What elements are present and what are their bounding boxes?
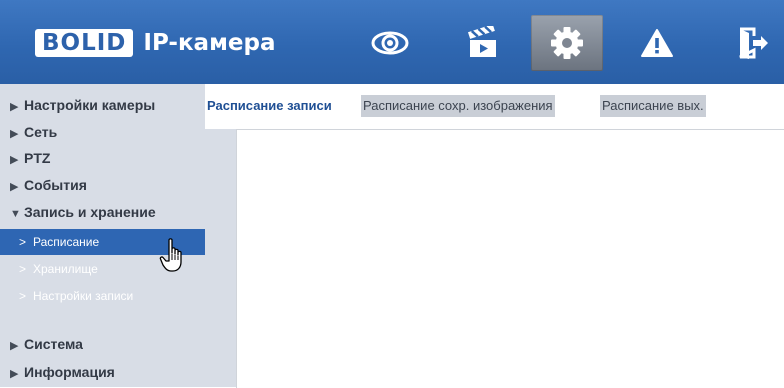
- nav-settings-button[interactable]: [531, 15, 603, 71]
- tab-output-schedule[interactable]: Расписание вых.: [600, 95, 706, 117]
- top-header: BOLID IP-камера: [0, 0, 784, 84]
- expand-arrow-icon: ▶: [10, 128, 19, 140]
- sidebar-subitem-label: Настройки записи: [33, 289, 134, 303]
- tab-snapshot-schedule[interactable]: Расписание сохр. изображения: [361, 95, 555, 117]
- sidebar-item-record-storage[interactable]: ▼ Запись и хранение: [10, 201, 156, 223]
- sidebar-item-ptz[interactable]: ▶ PTZ: [10, 147, 50, 169]
- nav-playback-button[interactable]: [447, 15, 519, 71]
- sidebar-item-label: Информация: [24, 364, 115, 380]
- chevron-right-icon: >: [19, 235, 27, 249]
- expand-arrow-icon: ▶: [10, 368, 19, 380]
- brand-logo: BOLID: [35, 29, 134, 57]
- expand-arrow-icon: ▶: [10, 340, 19, 352]
- sidebar-item-camera-settings[interactable]: ▶ Настройки камеры: [10, 94, 155, 116]
- product-title: IP-камера: [143, 30, 276, 56]
- nav-logout-button[interactable]: [717, 15, 784, 71]
- sidebar-item-network[interactable]: ▶ Сеть: [10, 121, 57, 143]
- sidebar-item-system[interactable]: ▶ Система: [10, 333, 83, 355]
- gear-icon: [551, 27, 583, 59]
- expand-arrow-icon: ▶: [10, 101, 19, 113]
- schedule-panel: [236, 129, 784, 388]
- sidebar-item-label: Система: [24, 336, 83, 352]
- logout-icon: [739, 27, 768, 59]
- eye-icon: [371, 31, 409, 55]
- logo: BOLID IP-камера: [35, 27, 275, 59]
- sidebar-item-label: События: [24, 177, 87, 193]
- content-left-strip: [205, 129, 236, 387]
- sidebar-item-label: Запись и хранение: [24, 204, 156, 220]
- nav-live-button[interactable]: [354, 15, 426, 71]
- sidebar-subitem-label: Хранилище: [33, 262, 98, 276]
- sidebar-item-label: Настройки камеры: [24, 97, 156, 113]
- chevron-right-icon: >: [19, 289, 27, 303]
- expand-arrow-icon: ▶: [10, 181, 19, 193]
- warning-icon: [641, 29, 673, 57]
- sidebar-subitem-record-settings[interactable]: > Настройки записи: [0, 283, 205, 309]
- sidebar-item-label: PTZ: [24, 150, 51, 166]
- sidebar-subitem-label: Расписание: [33, 235, 100, 249]
- sidebar-item-events[interactable]: ▶ События: [10, 174, 87, 196]
- collapse-arrow-icon: ▼: [10, 208, 21, 220]
- hand-cursor-icon: [159, 238, 182, 272]
- sidebar: ▶ Настройки камеры ▶ Сеть ▶ PTZ ▶ События ▼ З…: [0, 84, 205, 387]
- main-content: Расписание записи Расписание сохр. изобр…: [205, 84, 784, 388]
- tab-record-schedule[interactable]: Расписание записи: [205, 95, 334, 117]
- sidebar-item-info[interactable]: ▶ Информация: [10, 361, 115, 383]
- nav-alarm-button[interactable]: [621, 15, 693, 71]
- sidebar-item-label: Сеть: [24, 124, 58, 140]
- chevron-right-icon: >: [19, 262, 27, 276]
- clapperboard-icon: [467, 26, 496, 57]
- expand-arrow-icon: ▶: [10, 154, 19, 166]
